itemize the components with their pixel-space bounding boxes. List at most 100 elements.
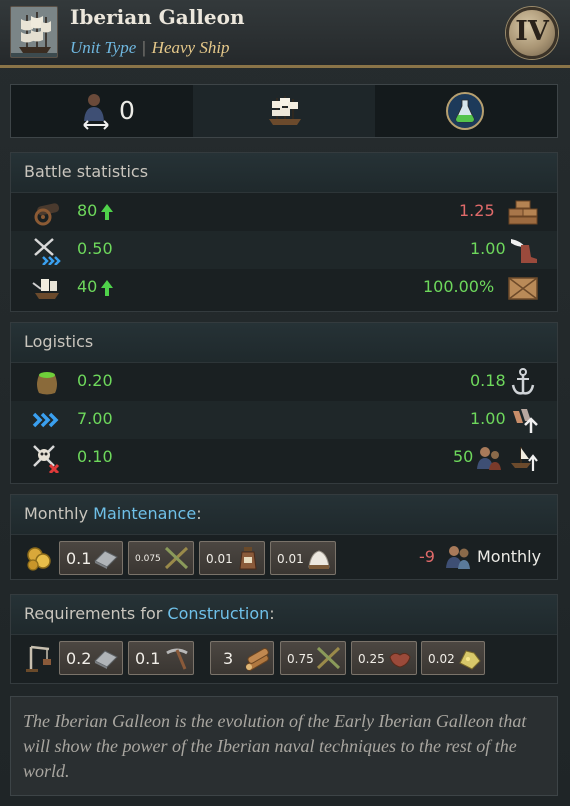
- maintenance-pop-label: Monthly: [477, 547, 542, 566]
- speed-value: 7.00: [77, 409, 113, 428]
- battle-statistics-title: Battle statistics: [11, 153, 557, 193]
- salt-icon: [308, 550, 330, 569]
- top-stats-bar: 0: [10, 84, 558, 138]
- maintenance-link[interactable]: Maintenance: [93, 504, 196, 523]
- anchor-icon: [511, 368, 535, 395]
- construction-leather-chip[interactable]: 0.25: [351, 641, 417, 675]
- battle-row-2[interactable]: 0.50 1.00: [11, 231, 557, 269]
- maintenance-jar-value: 0.01: [206, 552, 233, 566]
- leather-icon: [389, 652, 411, 668]
- unit-subtitle: Unit Type | Heavy Ship: [70, 38, 230, 58]
- maintenance-tools-chip[interactable]: 0.075: [128, 541, 194, 575]
- crossed-swords-icon: [34, 238, 61, 265]
- crew-icon: [477, 447, 501, 470]
- crane-icon: [26, 645, 51, 672]
- construction-lumber-value: 3: [223, 649, 234, 668]
- hands-up-icon: [513, 409, 538, 433]
- logistics-row-1[interactable]: 0.20 0.18: [11, 363, 557, 401]
- unit-title: Iberian Galleon: [70, 5, 245, 29]
- tools-icon: [316, 646, 341, 670]
- speed-chevrons-icon: [32, 412, 59, 428]
- subtitle-separator: |: [142, 38, 146, 57]
- silver-icon: [94, 650, 118, 669]
- construction-row: 0.2 0.1 3 0.75 0.25 0.02: [11, 635, 557, 681]
- construction-title: Requirements for Construction:: [11, 595, 557, 635]
- construction-link[interactable]: Construction: [167, 604, 269, 623]
- ship-attack-icon: [32, 279, 59, 299]
- construction-section: Requirements for Construction: 0.2 0.1 3…: [10, 594, 558, 684]
- construction-pickaxe-value: 0.1: [135, 649, 161, 668]
- cost-modifier-value: 1.25: [459, 201, 495, 220]
- unit-type-label[interactable]: Unit Type: [70, 38, 136, 57]
- logistics-title: Logistics: [11, 323, 557, 363]
- construction-tools-value: 0.75: [287, 652, 314, 666]
- arrow-up-icon: [101, 204, 113, 220]
- hull-value: 40: [77, 277, 98, 296]
- bricks-icon: [508, 200, 538, 225]
- maintenance-title-suffix: :: [196, 504, 202, 523]
- construction-pickaxe-chip[interactable]: 0.1: [128, 641, 194, 675]
- maintenance-silver-value: 0.1: [66, 549, 92, 568]
- battle-row-3[interactable]: 40 100.00%: [11, 269, 557, 307]
- morale-value: 100.00%: [423, 277, 495, 296]
- sail-up-icon: [511, 447, 538, 471]
- battle-row-1[interactable]: 80 1.25: [11, 193, 557, 231]
- construction-silver-chip[interactable]: 0.2: [59, 641, 123, 675]
- tools-icon: [164, 546, 189, 570]
- gold-coin-icon: [27, 547, 51, 571]
- cannon-icon: [34, 203, 60, 226]
- crew-count-value: 50: [453, 447, 474, 466]
- construction-gold-value: 0.02: [428, 652, 455, 666]
- unit-class-label: Heavy Ship: [151, 38, 230, 57]
- maintenance-title-prefix: Monthly: [24, 504, 94, 523]
- maintenance-row: 0.1 0.075 0.01 0.01 -9 Monthly: [11, 535, 557, 579]
- silver-icon: [94, 550, 118, 569]
- piracy-value: 0.10: [77, 447, 113, 466]
- manpower-icon: [83, 94, 109, 130]
- manpower-value: 0: [119, 96, 135, 125]
- ship-type-icon: [269, 96, 301, 125]
- supply-sack-icon: [37, 372, 57, 395]
- construction-gold-chip[interactable]: 0.02: [421, 641, 485, 675]
- construction-leather-value: 0.25: [358, 652, 385, 666]
- construction-title-prefix: Requirements for: [24, 604, 168, 623]
- winged-boot-icon: [511, 239, 537, 263]
- firepower-value: 80: [77, 201, 98, 220]
- maintenance-jar-chip[interactable]: 0.01: [199, 541, 265, 575]
- crate-icon: [508, 277, 538, 300]
- logistics-row-2[interactable]: 7.00 1.00: [11, 401, 557, 439]
- maintenance-silver-chip[interactable]: 0.1: [59, 541, 123, 575]
- maintenance-tools-value: 0.075: [135, 554, 161, 564]
- ship-type-cell[interactable]: [193, 85, 375, 137]
- logistics-section: Logistics 0.20 0.18 7.00 1.00 0.10 50: [10, 322, 558, 484]
- pirate-skull-icon: [33, 445, 60, 473]
- construction-tools-chip[interactable]: 0.75: [280, 641, 346, 675]
- potion-icon: [446, 92, 484, 130]
- battle-statistics-section: Battle statistics 80 1.25 0.50 1.00 40 1…: [10, 152, 558, 312]
- maintenance-salt-value: 0.01: [277, 552, 304, 566]
- rank-badge: IV: [506, 7, 558, 59]
- construction-title-suffix: :: [269, 604, 275, 623]
- arrow-up-icon: [101, 280, 113, 296]
- logistics-row-3[interactable]: 0.10 50: [11, 439, 557, 477]
- construction-silver-value: 0.2: [66, 649, 92, 668]
- maintenance-salt-chip[interactable]: 0.01: [270, 541, 336, 575]
- unit-description: The Iberian Galleon is the evolution of …: [23, 711, 527, 781]
- construction-lumber-chip[interactable]: 3: [210, 641, 274, 675]
- anchor-value: 0.18: [470, 371, 506, 390]
- lumber-icon: [245, 647, 269, 671]
- pickaxe-icon: [166, 648, 188, 670]
- description-box: The Iberian Galleon is the evolution of …: [10, 696, 558, 796]
- attack-speed-value: 0.50: [77, 239, 113, 258]
- jar-icon: [239, 547, 257, 570]
- maintenance-pop-value: -9: [419, 547, 435, 566]
- crew-modifier-value: 1.00: [470, 409, 506, 428]
- maintenance-title: Monthly Maintenance:: [11, 495, 557, 535]
- unit-tooltip: Iberian Galleon Unit Type | Heavy Ship IV …: [0, 0, 570, 806]
- potion-cell[interactable]: [375, 85, 557, 137]
- manpower-cell[interactable]: 0: [11, 85, 193, 137]
- population-icon: [446, 546, 470, 569]
- tooltip-header: Iberian Galleon Unit Type | Heavy Ship IV: [0, 0, 570, 68]
- gold-ore-icon: [459, 650, 481, 670]
- maintenance-section: Monthly Maintenance: 0.1 0.075 0.01 0.01…: [10, 494, 558, 580]
